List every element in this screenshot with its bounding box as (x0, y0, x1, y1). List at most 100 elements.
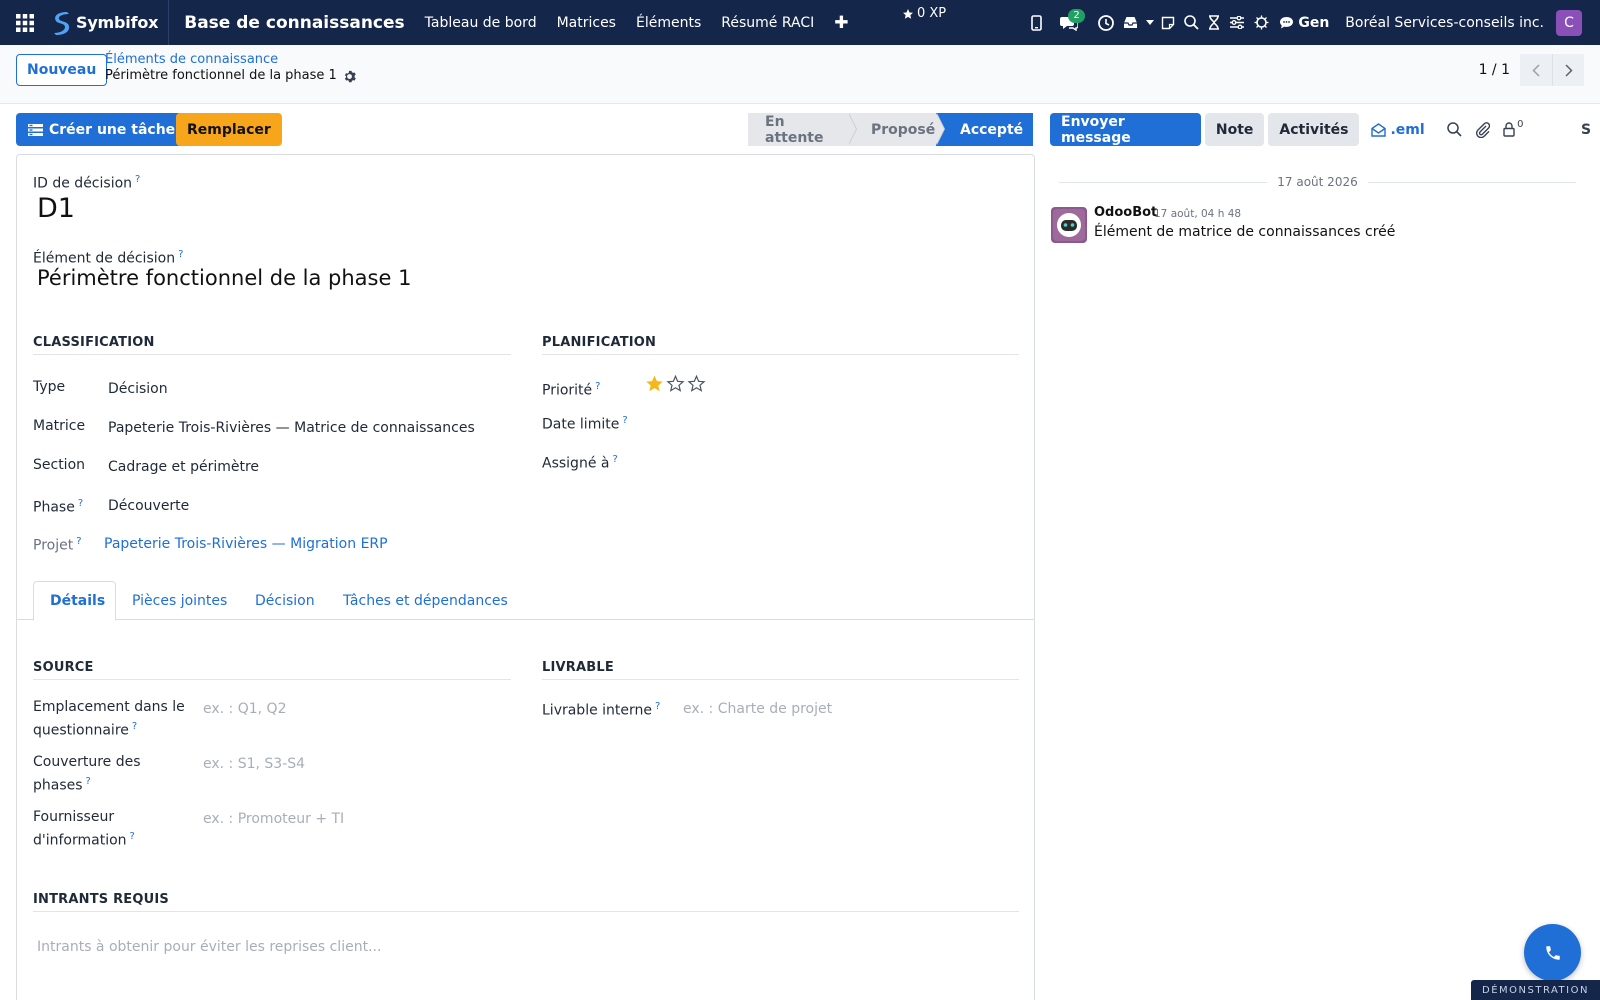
replace-button[interactable]: Remplacer (176, 113, 282, 146)
followers-button[interactable]: 0 (1497, 113, 1531, 146)
date-divider-label: 17 août 2026 (1277, 175, 1358, 189)
stage-proposed[interactable]: Proposé (848, 113, 945, 146)
inbox-icon[interactable] (1118, 0, 1143, 45)
info-supplier-input[interactable]: ex. : Promoteur + TI (203, 809, 503, 829)
chat-icon[interactable]: 2 (1049, 0, 1089, 45)
new-button[interactable]: Nouveau (16, 54, 108, 86)
stage-accepted[interactable]: Accepté (936, 113, 1033, 146)
assigned-field[interactable] (645, 450, 1015, 470)
note-icon[interactable] (1157, 0, 1179, 45)
search-icon[interactable] (1441, 113, 1469, 146)
eml-button[interactable]: .eml (1371, 121, 1425, 138)
sliders-icon[interactable] (1225, 0, 1249, 45)
create-task-button[interactable]: Créer une tâche (16, 113, 188, 146)
notebook-tabs: Détails Pièces jointes Décision Tâches e… (17, 581, 1034, 621)
project-link[interactable]: Papeterie Trois-Rivières — Migration ERP (104, 534, 388, 554)
matrix-field[interactable]: Papeterie Trois-Rivières — Matrice de co… (108, 418, 475, 438)
top-navbar: Symbifox Base de connaissances Tableau d… (0, 0, 1600, 45)
required-inputs-title: INTRANTS REQUIS (33, 892, 169, 907)
dropdown-caret-icon[interactable] (1143, 0, 1157, 45)
assigned-label: Assigné à? (542, 454, 618, 472)
internal-deliverable-label: Livrable interne? (542, 701, 661, 719)
menu-dashboard[interactable]: Tableau de bord (415, 15, 547, 31)
search-icon[interactable] (1179, 0, 1203, 45)
phone-call-button[interactable] (1524, 924, 1581, 981)
apps-grid-icon[interactable] (0, 0, 50, 45)
deliverable-title: LIVRABLE (542, 660, 614, 675)
pager-next-button[interactable] (1552, 54, 1584, 86)
stage-pending-label: En attente (765, 113, 824, 146)
tab-attachments[interactable]: Pièces jointes (116, 581, 243, 620)
star-empty-icon[interactable] (687, 374, 706, 393)
decision-element-field[interactable]: Périmètre fonctionnel de la phase 1 (37, 266, 411, 290)
breadcrumb: Éléments de connaissance Périmètre fonct… (105, 52, 356, 84)
menu-elements[interactable]: Éléments (626, 15, 711, 31)
classification-title: CLASSIFICATION (33, 335, 155, 350)
menu-matrices[interactable]: Matrices (547, 15, 626, 31)
brand[interactable]: Symbifox (50, 0, 170, 45)
stage-proposed-label: Proposé (871, 121, 936, 138)
odoobot-avatar[interactable] (1051, 207, 1087, 243)
activities-button[interactable]: Activités (1268, 113, 1360, 146)
log-note-button[interactable]: Note (1204, 113, 1265, 146)
main-menu: Tableau de bord Matrices Éléments Résumé… (415, 13, 859, 33)
brand-name: Symbifox (76, 13, 159, 32)
section-label: Section (33, 457, 86, 473)
stage-accepted-label: Accepté (960, 121, 1024, 138)
form-sheet: ID de décision? D1 Élément de décision? … (16, 154, 1035, 1000)
info-supplier-label: Fournisseur d'information? (33, 809, 135, 849)
star-empty-icon[interactable] (666, 374, 685, 393)
message-author[interactable]: OdooBot (1094, 205, 1157, 220)
gear-icon[interactable] (343, 70, 356, 83)
internal-deliverable-input[interactable]: ex. : Charte de projet (683, 699, 1013, 719)
chevron-left-icon (1532, 63, 1540, 77)
phase-coverage-label: Couverture des phases? (33, 754, 141, 794)
breadcrumb-current-label: Périmètre fonctionnel de la phase 1 (105, 68, 337, 83)
xp-counter[interactable]: 0 XP (902, 6, 946, 21)
matrix-label: Matrice (33, 418, 86, 434)
decision-id-field[interactable]: D1 (37, 193, 75, 224)
planning-divider (542, 354, 1019, 355)
followers-count: 0 (1517, 119, 1524, 130)
status-bar: En attente Proposé Accepté (748, 113, 1033, 146)
envelope-open-icon (1371, 122, 1387, 137)
source-divider (33, 679, 511, 680)
required-inputs-textarea[interactable]: Intrants à obtenir pour éviter les repri… (37, 937, 1017, 957)
pager-value[interactable]: 1 / 1 (1479, 62, 1510, 78)
hourglass-icon[interactable] (1203, 0, 1225, 45)
s-button[interactable]: S (1572, 113, 1600, 146)
menu-raci-summary[interactable]: Résumé RACI (711, 15, 824, 31)
pager-previous-button[interactable] (1520, 54, 1552, 86)
send-message-button[interactable]: Envoyer message (1050, 113, 1201, 146)
paperclip-icon[interactable] (1469, 113, 1497, 146)
bug-icon[interactable] (1249, 0, 1273, 45)
tab-decision[interactable]: Décision (239, 581, 331, 620)
tab-tasks-dependencies[interactable]: Tâches et dépendances (327, 581, 524, 620)
questionnaire-location-label: Emplacement dans le questionnaire? (33, 699, 185, 739)
eml-label: .eml (1390, 121, 1425, 138)
star-filled-icon[interactable] (645, 374, 664, 393)
company-switcher[interactable]: Boréal Services-conseils inc. (1345, 15, 1544, 31)
section-field[interactable]: Cadrage et périmètre (108, 457, 259, 477)
phase-field[interactable]: Découverte (108, 496, 189, 516)
stage-pending[interactable]: En attente (748, 113, 857, 146)
app-title[interactable]: Base de connaissances (184, 13, 404, 33)
gen-ai-button[interactable]: Gen (1279, 15, 1329, 31)
deadline-field[interactable] (645, 411, 1015, 431)
phase-coverage-input[interactable]: ex. : S1, S3-S4 (203, 754, 503, 774)
pager: 1 / 1 (1479, 54, 1584, 86)
message-body: Élément de matrice de connaissances créé (1094, 224, 1396, 240)
plus-icon[interactable]: ✚ (824, 13, 858, 33)
user-avatar[interactable]: C (1556, 9, 1582, 36)
deliverable-divider (542, 679, 1019, 680)
mobile-icon[interactable] (1024, 0, 1049, 45)
create-task-label: Créer une tâche (49, 121, 176, 138)
type-field[interactable]: Décision (108, 379, 168, 399)
questionnaire-location-input[interactable]: ex. : Q1, Q2 (203, 699, 503, 719)
tab-details[interactable]: Détails (33, 581, 116, 621)
chat-badge: 2 (1068, 9, 1085, 23)
clock-icon[interactable] (1093, 0, 1118, 45)
priority-stars[interactable] (645, 374, 706, 393)
message-time: 17 août, 04 h 48 (1154, 208, 1242, 220)
breadcrumb-parent[interactable]: Éléments de connaissance (105, 52, 356, 68)
